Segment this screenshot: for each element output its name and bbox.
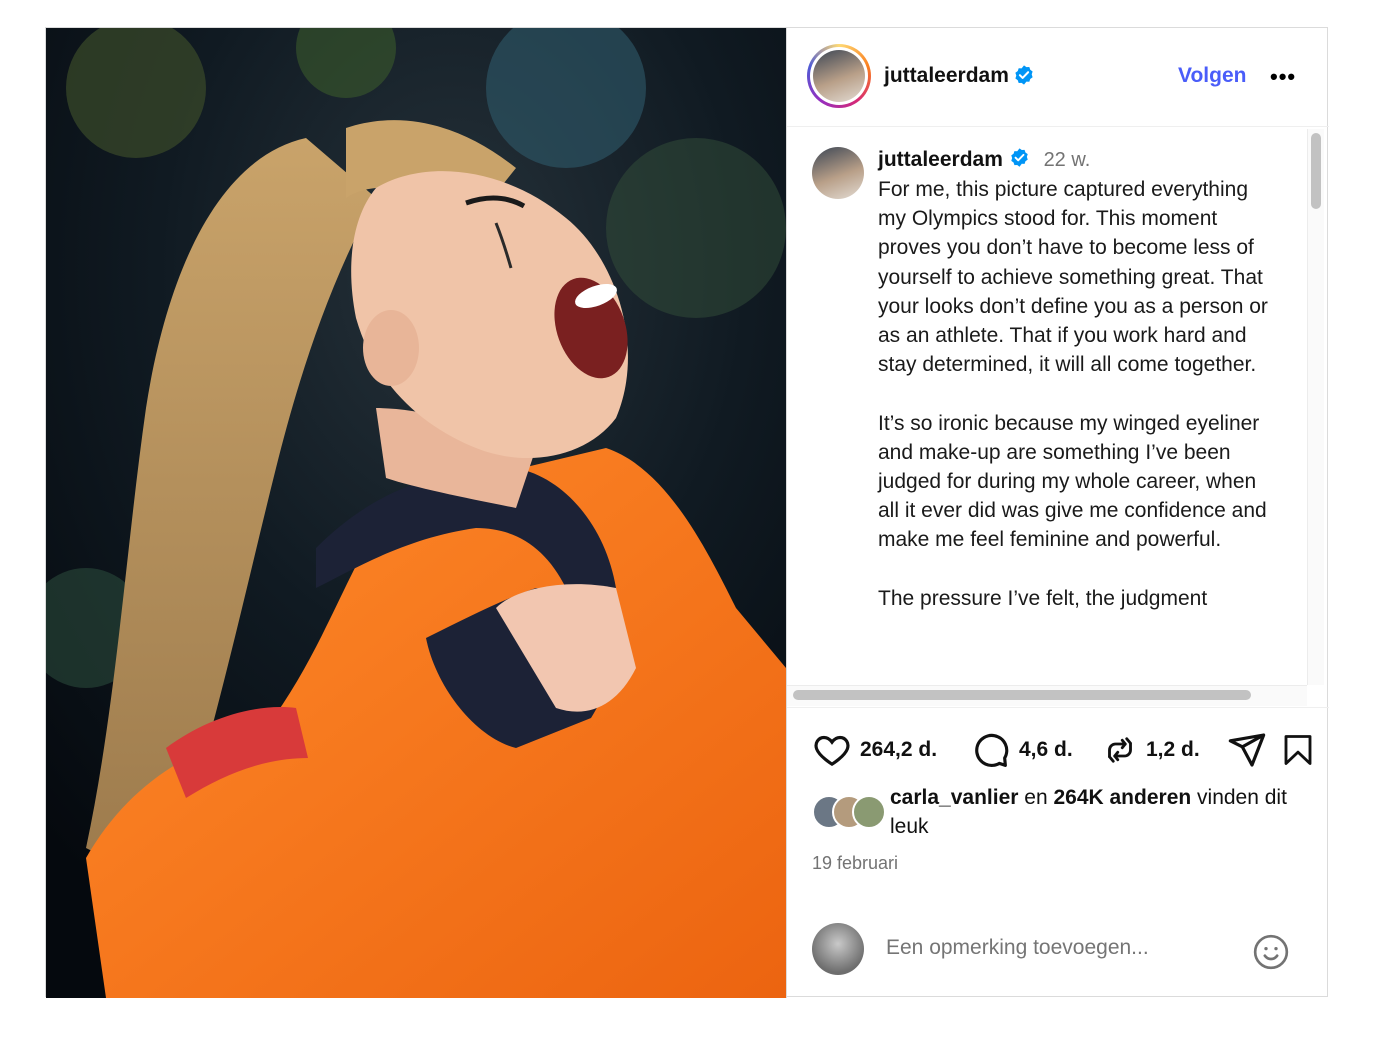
liker-avatars[interactable] (812, 795, 888, 829)
header-username[interactable]: juttaleerdam (884, 64, 1009, 87)
action-bar: 264,2 d. 4,6 d. 1,2 d. (787, 728, 1329, 778)
verified-badge-icon (1013, 64, 1035, 91)
repost-button[interactable]: 1,2 d. (1102, 728, 1200, 772)
emoji-icon (1253, 934, 1289, 970)
caption-text: For me, this picture captured everything… (878, 178, 1268, 610)
avatar (852, 795, 886, 829)
post-header: juttaleerdam Volgen ••• (787, 28, 1329, 127)
repost-count: 1,2 d. (1146, 738, 1200, 761)
post-date[interactable]: 19 februari (812, 853, 898, 874)
liker-username[interactable]: carla_vanlier (890, 786, 1018, 809)
likes-summary: carla_vanlier en 264K anderen vinden dit… (890, 783, 1320, 841)
current-user-avatar (812, 923, 864, 975)
caption-avatar[interactable] (812, 147, 864, 199)
share-button[interactable] (1227, 728, 1267, 772)
caption-header: juttaleerdam 22 w. (878, 147, 1090, 174)
post-sidebar: juttaleerdam Volgen ••• juttaleerdam 22 … (786, 28, 1329, 998)
caption-area[interactable]: juttaleerdam 22 w. For me, this picture … (787, 127, 1329, 708)
repost-icon (1108, 737, 1132, 763)
caption-horizontal-scrollbar[interactable] (787, 685, 1307, 706)
follow-button[interactable]: Volgen (1178, 64, 1246, 88)
avatar[interactable] (813, 50, 865, 102)
like-count: 264,2 d. (860, 738, 938, 761)
comment-input[interactable] (886, 936, 1216, 960)
likes-others-link[interactable]: 264K anderen (1053, 786, 1191, 809)
share-icon (1228, 733, 1266, 767)
emoji-picker-button[interactable] (1251, 932, 1291, 977)
comment-composer (787, 918, 1329, 978)
comment-count: 4,6 d. (1019, 738, 1073, 761)
heart-icon (814, 735, 850, 767)
caption-username[interactable]: juttaleerdam (878, 148, 1003, 171)
comment-button[interactable]: 4,6 d. (971, 728, 1073, 772)
verified-badge-icon (1009, 147, 1030, 174)
instagram-post: juttaleerdam Volgen ••• juttaleerdam 22 … (45, 27, 1329, 998)
caption-timestamp[interactable]: 22 w. (1044, 149, 1091, 171)
comment-icon (975, 733, 1009, 767)
post-photo[interactable] (46, 28, 786, 998)
story-ring[interactable] (807, 44, 871, 108)
save-button[interactable] (1280, 728, 1316, 772)
skater-photo-illustration (46, 28, 786, 998)
bookmark-icon (1284, 735, 1312, 765)
more-options-button[interactable]: ••• (1270, 64, 1296, 90)
like-button[interactable]: 264,2 d. (812, 728, 937, 772)
caption-vertical-scrollbar[interactable] (1307, 129, 1324, 685)
likes-connector: en (1018, 786, 1054, 809)
